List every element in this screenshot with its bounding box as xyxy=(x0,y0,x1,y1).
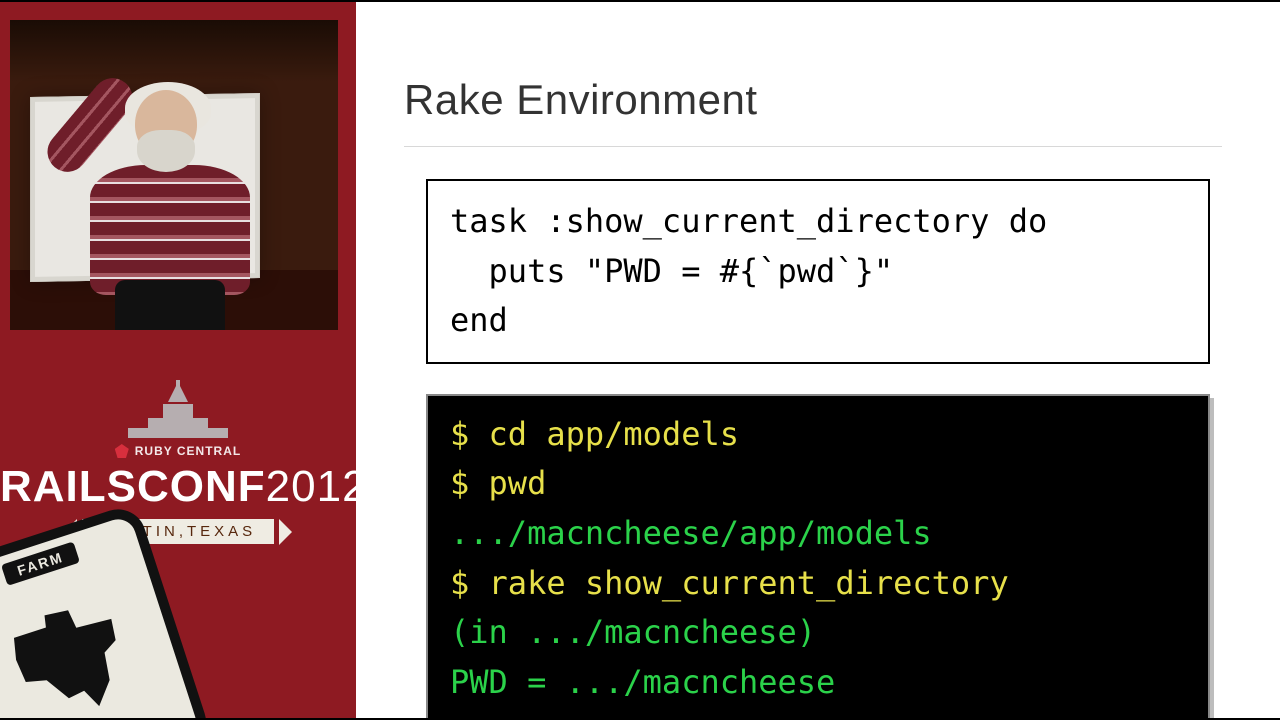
ruby-gem-icon xyxy=(115,444,129,458)
slide: Rake Environment task :show_current_dire… xyxy=(356,0,1280,720)
terminal-line: $ rake show_current_directory xyxy=(450,559,1186,609)
ruby-central-label: RUBY CENTRAL xyxy=(115,444,241,458)
divider xyxy=(404,146,1222,147)
conference-title: RAILSCONF2012 xyxy=(0,465,356,509)
sidebar: RUBY CENTRAL RAILSCONF2012 AUSTIN,TEXAS … xyxy=(0,0,356,720)
terminal-line: (in .../macncheese) xyxy=(450,608,1186,658)
capitol-icon xyxy=(118,380,238,440)
terminal-line: $ pwd xyxy=(450,459,1186,509)
terminal-block: $ cd app/models$ pwd.../macncheese/app/m… xyxy=(426,394,1210,720)
terminal-line: PWD = .../macncheese xyxy=(450,658,1186,708)
presenter xyxy=(65,80,265,330)
code-block: task :show_current_directory do puts "PW… xyxy=(426,179,1210,364)
terminal-line: .../macncheese/app/models xyxy=(450,509,1186,559)
slide-title: Rake Environment xyxy=(404,76,1222,124)
terminal-line: $ cd app/models xyxy=(450,410,1186,460)
presents-text: RUBY CENTRAL xyxy=(135,444,241,458)
camera-feed xyxy=(10,20,338,330)
video-frame: RUBY CENTRAL RAILSCONF2012 AUSTIN,TEXAS … xyxy=(0,0,1280,720)
conference-logo: RUBY CENTRAL RAILSCONF2012 AUSTIN,TEXAS xyxy=(0,380,356,544)
